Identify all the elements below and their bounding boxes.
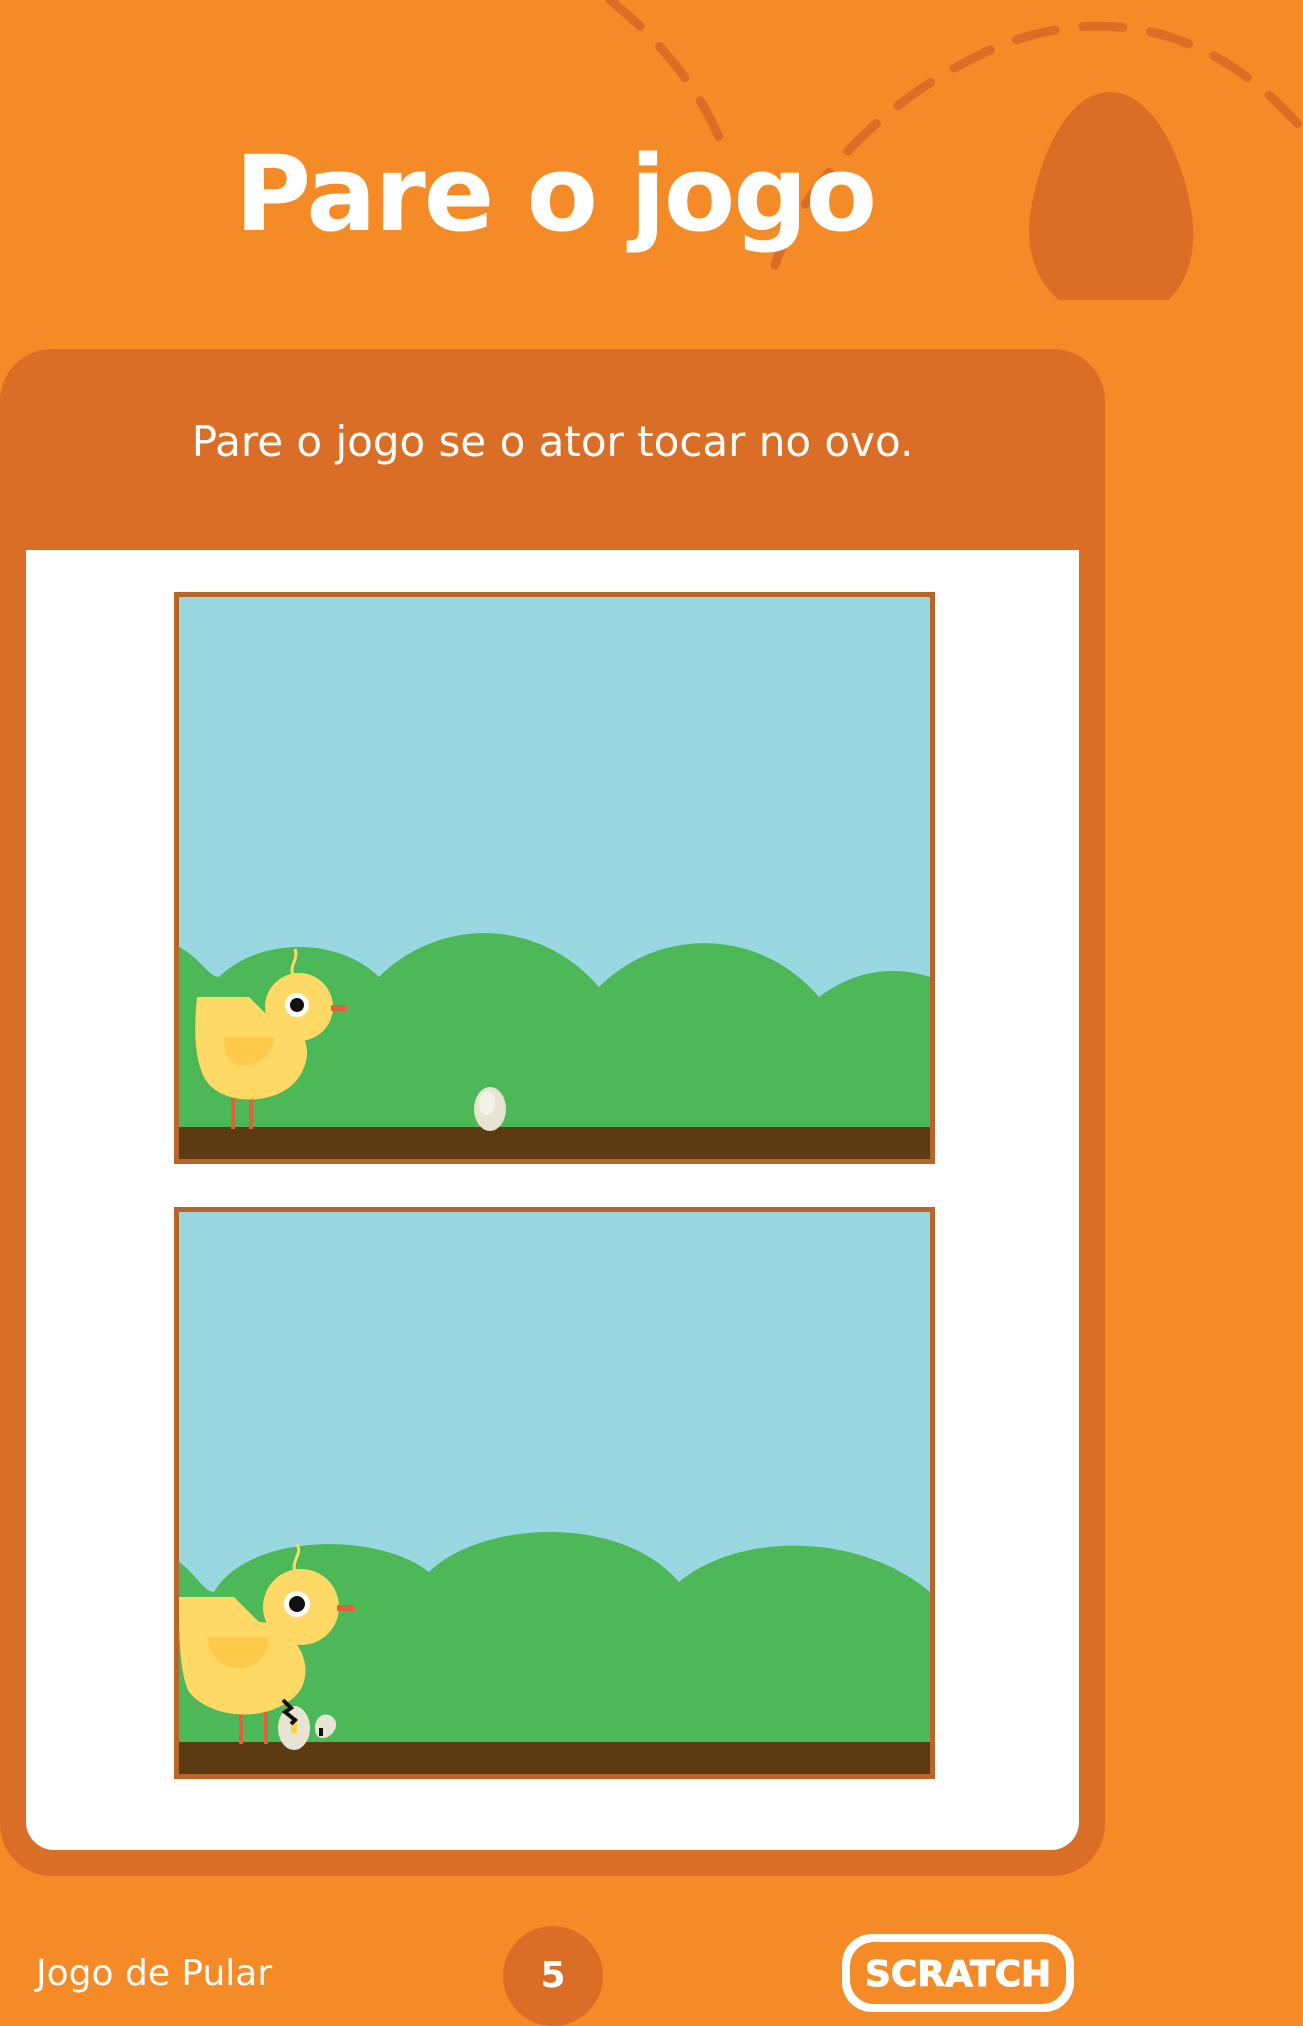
instruction-text: Pare o jogo se o ator tocar no ovo. xyxy=(191,417,914,466)
ground xyxy=(179,1127,930,1159)
stage-after xyxy=(174,1207,935,1779)
page-number-badge: 5 xyxy=(503,1926,603,2026)
instruction-card: Pare o jogo se o ator tocar no ovo. xyxy=(0,349,1105,1876)
scratch-logo: SCRATCH xyxy=(838,1928,1078,2018)
footer-project-label: Jogo de Pular xyxy=(36,1953,273,1994)
egg-icon xyxy=(474,1087,506,1131)
svg-text:SCRATCH: SCRATCH xyxy=(865,1954,1051,1995)
page-title: Pare o jogo xyxy=(234,133,877,255)
stage-before-scene xyxy=(179,597,930,1159)
stage-after-scene xyxy=(179,1212,930,1774)
stage-before xyxy=(174,592,935,1164)
content-panel xyxy=(26,550,1079,1850)
